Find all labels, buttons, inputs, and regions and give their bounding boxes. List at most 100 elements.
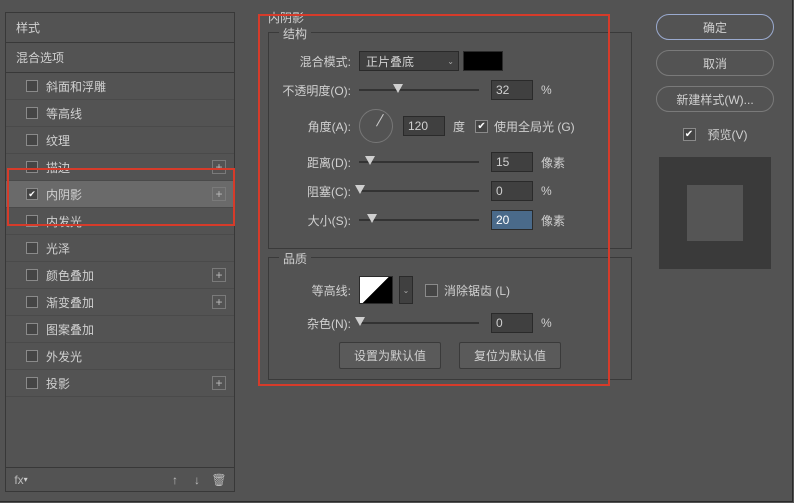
- angle-input[interactable]: 120: [403, 116, 445, 136]
- sidebar-item-10[interactable]: 外发光: [6, 343, 234, 370]
- shadow-color-swatch[interactable]: [463, 51, 503, 71]
- opacity-slider[interactable]: [359, 82, 479, 98]
- cancel-button[interactable]: 取消: [656, 50, 774, 76]
- sidebar-item-5[interactable]: 内发光: [6, 208, 234, 235]
- style-checkbox[interactable]: [26, 269, 38, 281]
- sidebar-item-7[interactable]: 颜色叠加 +: [6, 262, 234, 289]
- add-effect-icon[interactable]: +: [212, 376, 226, 390]
- antialias-label: 消除锯齿 (L): [444, 282, 510, 299]
- sidebar-item-label: 颜色叠加: [46, 267, 94, 284]
- distance-label: 距离(D):: [281, 154, 359, 171]
- sidebar-item-label: 光泽: [46, 240, 70, 257]
- preview-thumbnail: [659, 157, 771, 269]
- up-arrow-icon[interactable]: ↑: [168, 473, 182, 487]
- opacity-unit: %: [541, 83, 552, 97]
- fx-icon[interactable]: fx▾: [14, 473, 28, 487]
- angle-unit: 度: [453, 118, 465, 135]
- global-light-label: 使用全局光 (G): [494, 118, 575, 135]
- style-checkbox[interactable]: [26, 350, 38, 362]
- contour-dropdown[interactable]: ⌄: [399, 276, 413, 304]
- blend-mode-value: 正片叠底: [366, 53, 414, 70]
- style-checkbox[interactable]: [26, 296, 38, 308]
- style-checkbox[interactable]: [26, 161, 38, 173]
- choke-input[interactable]: 0: [491, 181, 533, 201]
- distance-input[interactable]: 15: [491, 152, 533, 172]
- noise-input[interactable]: 0: [491, 313, 533, 333]
- quality-fieldset: 品质 等高线: ⌄ 消除锯齿 (L) 杂色(N): 0 % 设置为默认值 复位为…: [268, 257, 632, 380]
- sidebar-footer: fx▾ ↑ ↓ 🗑: [6, 467, 234, 491]
- choke-slider[interactable]: [359, 183, 479, 199]
- add-effect-icon[interactable]: +: [212, 268, 226, 282]
- blend-mode-label: 混合模式:: [281, 53, 359, 70]
- antialias-checkbox[interactable]: [425, 284, 438, 297]
- choke-unit: %: [541, 184, 552, 198]
- opacity-input[interactable]: 32: [491, 80, 533, 100]
- angle-dial[interactable]: [359, 109, 393, 143]
- sidebar-item-11[interactable]: 投影 +: [6, 370, 234, 397]
- style-checkbox[interactable]: [26, 377, 38, 389]
- add-effect-icon[interactable]: +: [212, 160, 226, 174]
- down-arrow-icon[interactable]: ↓: [190, 473, 204, 487]
- style-checkbox[interactable]: [26, 134, 38, 146]
- distance-slider[interactable]: [359, 154, 479, 170]
- sidebar-subheader[interactable]: 混合选项: [6, 43, 234, 73]
- structure-fieldset: 结构 混合模式: 正片叠底 ⌄ 不透明度(O): 32 % 角度(A): 120…: [268, 32, 632, 249]
- style-checkbox[interactable]: ✔: [26, 188, 38, 200]
- contour-picker[interactable]: [359, 276, 393, 304]
- sidebar-item-label: 纹理: [46, 132, 70, 149]
- ok-button[interactable]: 确定: [656, 14, 774, 40]
- global-light-checkbox[interactable]: ✔: [475, 120, 488, 133]
- style-checkbox[interactable]: [26, 107, 38, 119]
- blend-mode-dropdown[interactable]: 正片叠底 ⌄: [359, 51, 459, 71]
- make-default-button[interactable]: 设置为默认值: [339, 342, 441, 369]
- angle-label: 角度(A):: [281, 118, 359, 135]
- sidebar-item-label: 渐变叠加: [46, 294, 94, 311]
- inner-shadow-panel: 内阴影 结构 混合模式: 正片叠底 ⌄ 不透明度(O): 32 % 角度(A):…: [260, 5, 640, 388]
- contour-label: 等高线:: [281, 282, 359, 299]
- opacity-label: 不透明度(O):: [281, 82, 359, 99]
- sidebar-item-2[interactable]: 纹理: [6, 127, 234, 154]
- sidebar-item-label: 投影: [46, 375, 70, 392]
- sidebar-item-label: 描边: [46, 159, 70, 176]
- sidebar-item-6[interactable]: 光泽: [6, 235, 234, 262]
- size-input[interactable]: 20: [491, 210, 533, 230]
- noise-label: 杂色(N):: [281, 315, 359, 332]
- new-style-button[interactable]: 新建样式(W)...: [656, 86, 774, 112]
- sidebar-item-label: 图案叠加: [46, 321, 94, 338]
- sidebar-item-label: 等高线: [46, 105, 82, 122]
- sidebar-header: 样式: [6, 13, 234, 43]
- choke-label: 阻塞(C):: [281, 183, 359, 200]
- sidebar-item-label: 内阴影: [46, 186, 82, 203]
- preview-label: 预览(V): [708, 126, 748, 143]
- panel-title: 内阴影: [260, 5, 640, 30]
- trash-icon[interactable]: 🗑: [212, 473, 226, 487]
- dialog-buttons: 确定 取消 新建样式(W)... ✔ 预览(V): [654, 14, 776, 269]
- size-slider[interactable]: [359, 212, 479, 228]
- sidebar-item-label: 内发光: [46, 213, 82, 230]
- style-checkbox[interactable]: [26, 215, 38, 227]
- sidebar-item-0[interactable]: 斜面和浮雕: [6, 73, 234, 100]
- distance-unit: 像素: [541, 154, 565, 171]
- styles-sidebar: 样式 混合选项 斜面和浮雕等高线纹理描边+✔内阴影+内发光光泽颜色叠加+渐变叠加…: [5, 12, 235, 492]
- noise-slider[interactable]: [359, 315, 479, 331]
- style-checkbox[interactable]: [26, 242, 38, 254]
- structure-legend: 结构: [279, 25, 311, 42]
- sidebar-item-9[interactable]: 图案叠加: [6, 316, 234, 343]
- style-checkbox[interactable]: [26, 80, 38, 92]
- sidebar-item-label: 外发光: [46, 348, 82, 365]
- sidebar-item-1[interactable]: 等高线: [6, 100, 234, 127]
- add-effect-icon[interactable]: +: [212, 187, 226, 201]
- chevron-down-icon: ⌄: [447, 57, 454, 66]
- noise-unit: %: [541, 316, 552, 330]
- preview-checkbox[interactable]: ✔: [683, 128, 696, 141]
- sidebar-item-8[interactable]: 渐变叠加 +: [6, 289, 234, 316]
- size-unit: 像素: [541, 212, 565, 229]
- reset-default-button[interactable]: 复位为默认值: [459, 342, 561, 369]
- size-label: 大小(S):: [281, 212, 359, 229]
- add-effect-icon[interactable]: +: [212, 295, 226, 309]
- sidebar-item-3[interactable]: 描边 +: [6, 154, 234, 181]
- sidebar-item-4[interactable]: ✔ 内阴影 +: [6, 181, 234, 208]
- sidebar-item-label: 斜面和浮雕: [46, 78, 106, 95]
- quality-legend: 品质: [279, 250, 311, 267]
- style-checkbox[interactable]: [26, 323, 38, 335]
